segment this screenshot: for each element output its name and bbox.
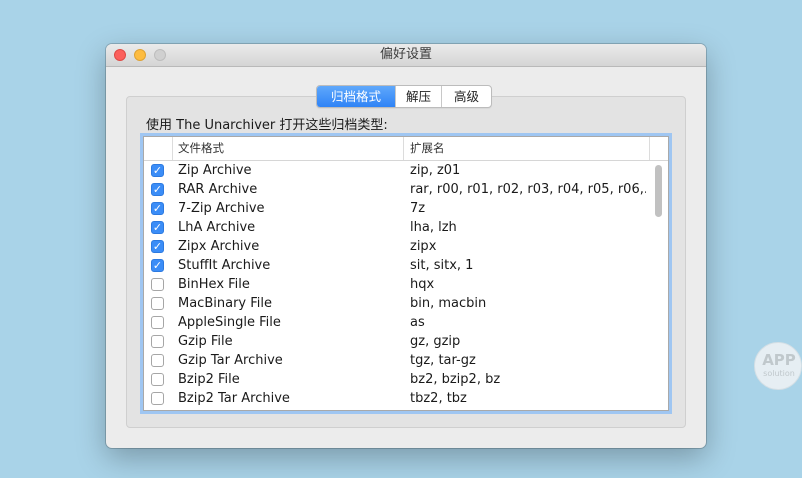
extension-cell: tbz2, tbz	[410, 391, 467, 406]
extension-cell: zipx	[410, 239, 437, 254]
table-row[interactable]: ✓ 7-Zip Archive 7z	[144, 199, 650, 218]
format-checkbox[interactable]	[151, 335, 164, 348]
table-row[interactable]: BinHex File hqx	[144, 275, 650, 294]
table-row[interactable]: ✓ LhA Archive lha, lzh	[144, 218, 650, 237]
format-checkbox[interactable]	[151, 373, 164, 386]
table-row[interactable]: Gzip File gz, gzip	[144, 332, 650, 351]
table-row[interactable]: Bzip2 Tar Archive tbz2, tbz	[144, 389, 650, 408]
extension-cell: bin, macbin	[410, 296, 487, 311]
extension-cell: lha, lzh	[410, 220, 457, 235]
table-header: 文件格式 扩展名	[144, 137, 668, 161]
table-body: ✓ Zip Archive zip, z01 ✓ RAR Archive rar, r00…	[144, 161, 650, 408]
format-name-cell: BinHex File	[178, 277, 250, 292]
checkmark-icon: ✓	[152, 221, 163, 234]
extension-cell: sit, sitx, 1	[410, 258, 474, 273]
format-name-cell: 7-Zip Archive	[178, 201, 265, 216]
extension-cell: rar, r00, r01, r02, r03, r04, r05, r06,.…	[410, 182, 646, 197]
format-checkbox[interactable]: ✓	[151, 164, 164, 177]
format-name-cell: StuffIt Archive	[178, 258, 271, 273]
format-checkbox[interactable]: ✓	[151, 240, 164, 253]
format-name-cell: Bzip2 File	[178, 372, 240, 387]
tab-archive-formats[interactable]: 归档格式	[317, 86, 395, 107]
format-checkbox[interactable]	[151, 278, 164, 291]
format-checkbox[interactable]: ✓	[151, 221, 164, 234]
table-row[interactable]: ✓ RAR Archive rar, r00, r01, r02, r03, r04…	[144, 180, 650, 199]
format-checkbox[interactable]: ✓	[151, 202, 164, 215]
checkmark-icon: ✓	[152, 259, 163, 272]
table-row[interactable]: ✓ Zip Archive zip, z01	[144, 161, 650, 180]
extension-cell: zip, z01	[410, 163, 461, 178]
table-row[interactable]: ✓ Zipx Archive zipx	[144, 237, 650, 256]
window-title: 偏好设置	[379, 47, 432, 62]
watermark-text-app: APP	[762, 351, 796, 369]
format-name-cell: MacBinary File	[178, 296, 272, 311]
format-name-cell: AppleSingle File	[178, 315, 281, 330]
format-checkbox[interactable]	[151, 354, 164, 367]
extension-cell: tgz, tar-gz	[410, 353, 476, 368]
table-row[interactable]: ✓ StuffIt Archive sit, sitx, 1	[144, 256, 650, 275]
table-row[interactable]: Gzip Tar Archive tgz, tar-gz	[144, 351, 650, 370]
tab-extraction[interactable]: 解压	[395, 86, 441, 107]
column-header-format[interactable]: 文件格式	[172, 137, 404, 160]
format-name-cell: Bzip2 Tar Archive	[178, 391, 290, 406]
table-row[interactable]: MacBinary File bin, macbin	[144, 294, 650, 313]
checkmark-icon: ✓	[152, 164, 163, 177]
tab-advanced[interactable]: 高级	[441, 86, 491, 107]
extension-cell: gz, gzip	[410, 334, 461, 349]
format-checkbox[interactable]: ✓	[151, 259, 164, 272]
scrollbar-thumb[interactable]	[655, 165, 662, 217]
formats-table[interactable]: 文件格式 扩展名 ✓ Zip Archive zip, z01 ✓ RAR Archiv…	[143, 136, 669, 411]
app-solution-watermark: APP solution	[754, 342, 802, 390]
checkmark-icon: ✓	[152, 183, 163, 196]
column-header-extension[interactable]: 扩展名	[404, 137, 650, 160]
vertical-scrollbar[interactable]	[653, 161, 663, 409]
format-checkbox[interactable]	[151, 316, 164, 329]
checkmark-icon: ✓	[152, 240, 163, 253]
checkmark-icon: ✓	[152, 202, 163, 215]
format-name-cell: RAR Archive	[178, 182, 258, 197]
extension-cell: bz2, bzip2, bz	[410, 372, 501, 387]
extension-cell: hqx	[410, 277, 435, 292]
extension-cell: 7z	[410, 201, 426, 216]
extension-cell: as	[410, 315, 425, 330]
format-name-cell: Zipx Archive	[178, 239, 260, 254]
format-checkbox[interactable]	[151, 392, 164, 405]
format-checkbox[interactable]	[151, 297, 164, 310]
format-name-cell: Zip Archive	[178, 163, 252, 178]
section-heading: 使用 The Unarchiver 打开这些归档类型:	[146, 118, 388, 133]
title-bar[interactable]: 偏好设置	[106, 44, 706, 67]
watermark-text-solution: solution	[763, 369, 795, 378]
format-checkbox[interactable]: ✓	[151, 183, 164, 196]
preferences-window: 偏好设置 归档格式 解压 高级 使用 The Unarchiver 打开这些归档…	[106, 44, 706, 448]
table-row[interactable]: AppleSingle File as	[144, 313, 650, 332]
format-name-cell: LhA Archive	[178, 220, 256, 235]
column-header-checkbox[interactable]	[144, 137, 173, 160]
format-name-cell: Gzip File	[178, 334, 233, 349]
table-row[interactable]: Bzip2 File bz2, bzip2, bz	[144, 370, 650, 389]
tab-bar: 归档格式 解压 高级	[316, 85, 492, 108]
format-name-cell: Gzip Tar Archive	[178, 353, 283, 368]
